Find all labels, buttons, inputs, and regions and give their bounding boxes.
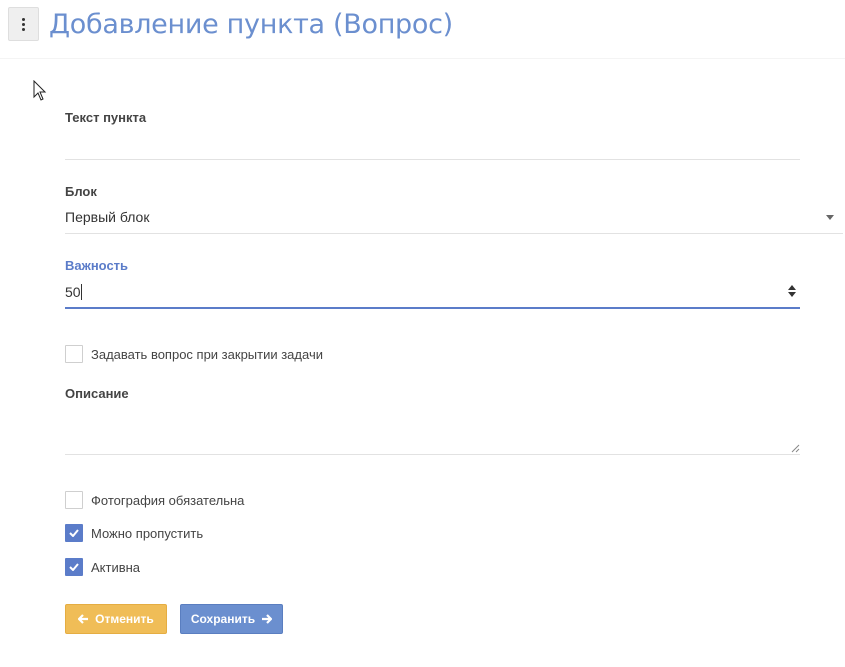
number-spinner-icon[interactable] bbox=[786, 283, 798, 299]
block-label: Блок bbox=[65, 184, 97, 199]
page-header: Добавление пункта (Вопрос) bbox=[0, 0, 845, 59]
active-row[interactable]: Активна bbox=[65, 558, 140, 576]
active-label: Активна bbox=[91, 559, 141, 575]
save-button-label: Сохранить bbox=[190, 612, 256, 626]
kebab-menu-icon bbox=[22, 17, 25, 31]
can-skip-checkbox[interactable] bbox=[65, 524, 83, 542]
block-select[interactable]: Первый блок bbox=[65, 209, 835, 225]
cancel-button[interactable]: Отменить bbox=[65, 604, 167, 634]
active-checkbox[interactable] bbox=[65, 558, 83, 576]
ask-on-close-checkbox[interactable] bbox=[65, 345, 83, 363]
arrow-left-icon bbox=[78, 614, 89, 624]
description-label: Описание bbox=[65, 386, 129, 401]
arrow-right-icon bbox=[262, 614, 273, 624]
text-caret bbox=[81, 284, 82, 300]
can-skip-row[interactable]: Можно пропустить bbox=[65, 524, 203, 542]
dropdown-arrow-icon[interactable] bbox=[826, 215, 834, 220]
item-text-underline bbox=[65, 159, 800, 160]
photo-required-checkbox[interactable] bbox=[65, 491, 83, 509]
page-title: Добавление пункта (Вопрос) bbox=[49, 9, 453, 40]
ask-on-close-label: Задавать вопрос при закрытии задачи bbox=[91, 346, 323, 362]
item-text-input[interactable] bbox=[65, 134, 800, 156]
item-text-label: Текст пункта bbox=[65, 110, 147, 125]
can-skip-label: Можно пропустить bbox=[91, 525, 204, 541]
importance-label: Важность bbox=[65, 258, 129, 273]
description-textarea[interactable] bbox=[65, 412, 800, 450]
mouse-cursor-icon bbox=[33, 80, 47, 101]
photo-required-row[interactable]: Фотография обязательна bbox=[65, 491, 244, 509]
importance-input[interactable]: 50 bbox=[65, 284, 775, 300]
checkmark-icon bbox=[69, 563, 79, 571]
checkmark-icon bbox=[69, 529, 79, 537]
resize-handle-icon[interactable] bbox=[790, 443, 800, 453]
importance-underline bbox=[65, 307, 800, 309]
description-underline bbox=[65, 454, 800, 455]
save-button[interactable]: Сохранить bbox=[180, 604, 283, 634]
photo-required-label: Фотография обязательна bbox=[91, 492, 245, 508]
cancel-button-label: Отменить bbox=[95, 612, 154, 626]
ask-on-close-row[interactable]: Задавать вопрос при закрытии задачи bbox=[65, 345, 323, 363]
block-underline bbox=[65, 233, 843, 234]
kebab-menu-button[interactable] bbox=[8, 7, 39, 41]
